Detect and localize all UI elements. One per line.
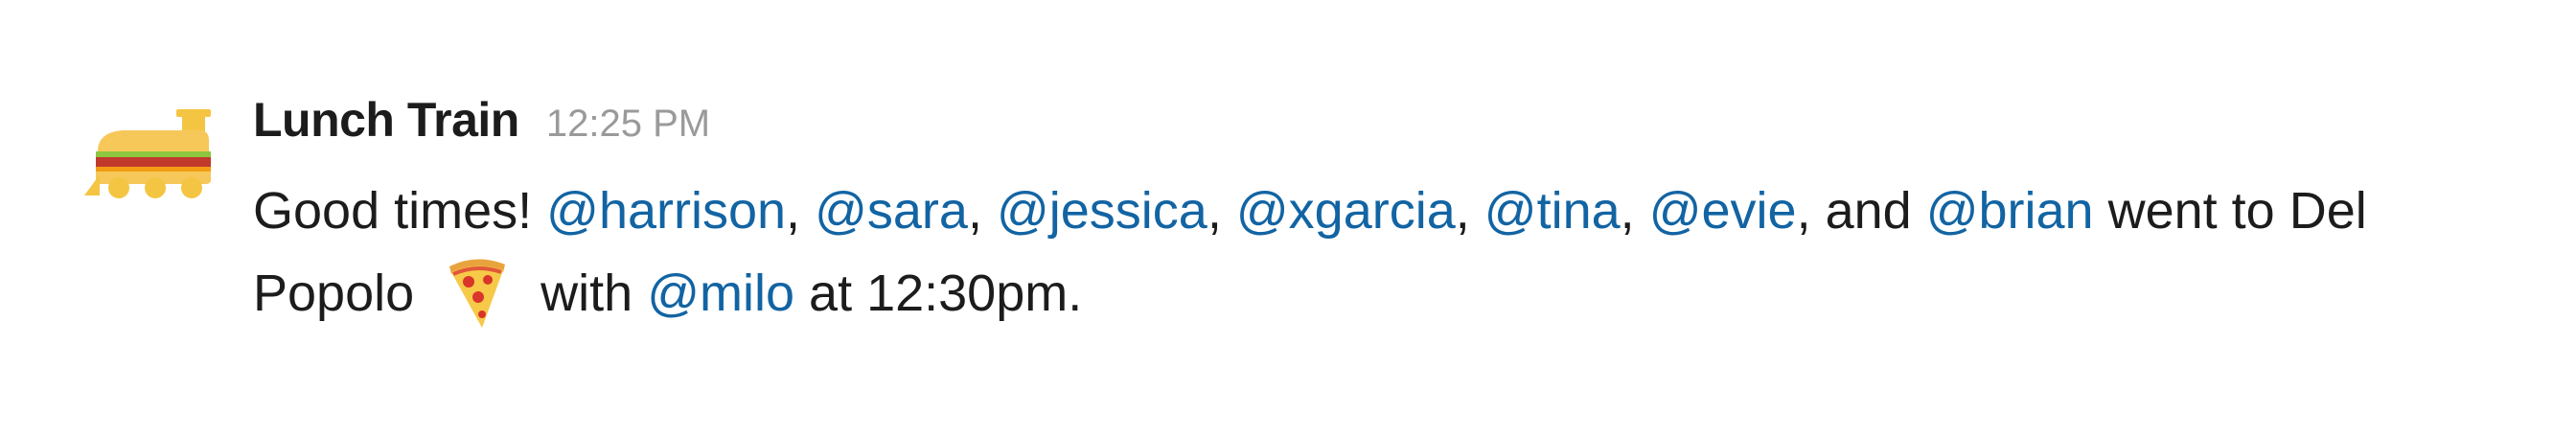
user-mention-milo[interactable]: @milo xyxy=(647,264,794,322)
sender-name[interactable]: Lunch Train xyxy=(253,92,519,148)
text-segment: Popolo xyxy=(253,264,429,322)
message-header: Lunch Train 12:25 PM xyxy=(253,92,710,157)
text-segment: went to Del xyxy=(2093,182,2367,240)
user-mention-harrison[interactable]: @harrison xyxy=(546,182,786,240)
message-timestamp[interactable]: 12:25 PM xyxy=(546,103,710,146)
text-separator: , xyxy=(786,182,816,240)
train-sandwich-icon[interactable] xyxy=(84,107,220,199)
text-segment: at 12:30pm. xyxy=(794,264,1083,322)
chat-message: Lunch Train 12:25 PM Good times! @harris… xyxy=(0,0,2576,437)
user-mention-jessica[interactable]: @jessica xyxy=(997,182,1208,240)
user-mention-evie[interactable]: @evie xyxy=(1649,182,1797,240)
text-separator: , xyxy=(1455,182,1484,240)
pizza-icon[interactable] xyxy=(440,251,513,332)
user-mention-xgarcia[interactable]: @xgarcia xyxy=(1236,182,1456,240)
user-mention-brian[interactable]: @brian xyxy=(1926,182,2094,240)
text-and: , and xyxy=(1796,182,1926,240)
text-segment: with xyxy=(526,264,648,322)
text-separator: , xyxy=(1207,182,1236,240)
message-body: Good times! @harrison, @sara, @jessica , … xyxy=(253,171,2457,334)
text-separator: , xyxy=(1620,182,1649,240)
user-mention-sara[interactable]: @sara xyxy=(815,182,968,240)
text-separator: , xyxy=(967,182,997,240)
text-segment: Good times! xyxy=(253,182,547,240)
user-mention-tina[interactable]: @tina xyxy=(1484,182,1621,240)
